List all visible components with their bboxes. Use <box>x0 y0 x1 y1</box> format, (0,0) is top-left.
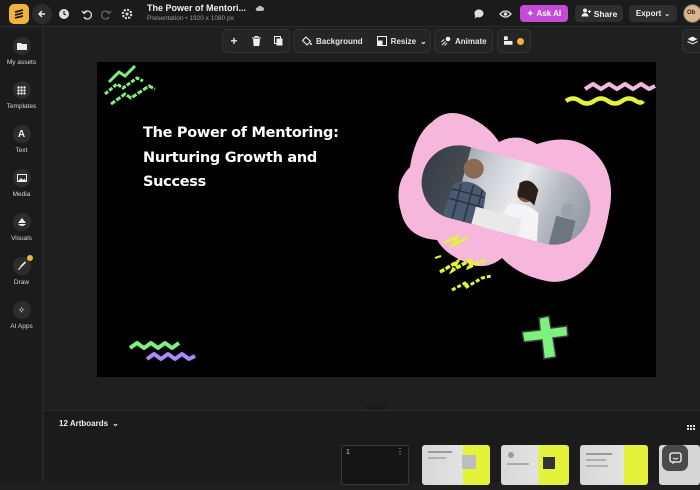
resize-button[interactable]: Resize ⌄ <box>371 30 433 52</box>
zigzag-lines-bottom-left <box>128 341 196 361</box>
chevron-down-icon: ⌄ <box>112 419 119 428</box>
chevron-down-icon: ⌄ <box>664 10 671 18</box>
brush-icon <box>12 255 33 275</box>
slide-title-line: Nurturing Growth and <box>143 149 317 166</box>
ask-ai-button[interactable]: ✦ Ask AI <box>520 5 568 22</box>
sidebar-item-draw[interactable]: Draw <box>0 255 43 286</box>
animate-toolbar: Animate <box>434 29 493 53</box>
zigzag-lines-top-right <box>564 82 656 106</box>
app-logo-icon[interactable] <box>9 4 29 24</box>
duplicate-button[interactable] <box>267 30 289 52</box>
cloud-saved-icon <box>255 4 264 14</box>
trash-icon <box>251 36 261 46</box>
sidebar-item-ai-apps[interactable]: ✧ AI Apps <box>0 301 43 330</box>
slide-title[interactable]: The Power of Mentoring: Nurturing Growth… <box>143 121 363 195</box>
more-tools-toolbar <box>497 29 531 53</box>
green-scribble-decoration <box>104 64 156 106</box>
chevron-down-icon: ⌄ <box>420 36 427 46</box>
thumbnail-preview <box>507 452 555 469</box>
undo-icon[interactable] <box>76 4 96 24</box>
chat-support-button[interactable] <box>662 445 688 471</box>
back-arrow-icon[interactable] <box>32 4 52 24</box>
layers-button[interactable] <box>683 30 700 52</box>
add-user-icon <box>581 8 591 19</box>
comment-icon[interactable] <box>469 4 489 24</box>
slide-title-line: The Power of Mentoring: <box>143 125 339 141</box>
settings-gear-icon[interactable] <box>117 4 137 24</box>
artboard-thumbnail[interactable] <box>501 445 569 485</box>
artboard-thumbnail[interactable] <box>422 445 490 485</box>
sidebar-item-text[interactable]: A Text <box>0 125 43 154</box>
document-size: Presentation • 1920 x 1080 px <box>147 15 234 22</box>
export-button[interactable]: Export ⌄ <box>629 5 677 22</box>
slide-artboard[interactable]: The Power of Mentoring: Nurturing Growth… <box>97 62 656 377</box>
share-button[interactable]: Share <box>575 5 623 22</box>
sidebar-label: Templates <box>6 103 37 110</box>
more-options-icon[interactable]: ⋮ <box>396 448 404 456</box>
background-button[interactable]: Background <box>294 30 371 52</box>
sidebar-label: Text <box>15 147 28 154</box>
layout-icon <box>504 36 513 45</box>
artboards-panel: 12 Artboards ⌄ 1 ⋮ <box>44 410 700 485</box>
animate-button[interactable]: Animate <box>435 30 493 52</box>
add-button[interactable]: + <box>223 30 245 52</box>
thumbnail-preview <box>428 451 476 469</box>
shapes-icon <box>12 213 31 231</box>
sidebar-label: Media <box>12 191 31 198</box>
grid-view-icon[interactable] <box>687 420 695 438</box>
resize-icon <box>376 36 387 46</box>
user-avatar[interactable]: Ob <box>683 4 700 23</box>
sidebar-item-visuals[interactable]: Visuals <box>0 213 43 242</box>
sidebar-item-my-assets[interactable]: My assets <box>0 37 43 66</box>
sidebar-item-templates[interactable]: Templates <box>0 81 43 110</box>
background-resize-toolbar: Background Resize ⌄ <box>293 29 431 53</box>
layers-toolbar <box>682 29 700 53</box>
artboards-dropdown[interactable]: 12 Artboards ⌄ <box>59 419 119 428</box>
thumbnail-preview <box>586 453 612 467</box>
slide-title-line: Success <box>143 174 206 190</box>
redo-icon[interactable] <box>96 4 116 24</box>
grid-icon <box>12 81 31 99</box>
sidebar-label: AI Apps <box>10 323 33 330</box>
paint-bucket-icon <box>302 36 312 46</box>
plus-icon: + <box>230 34 238 48</box>
sidebar-label: Visuals <box>11 235 32 242</box>
preview-eye-icon[interactable] <box>495 4 515 24</box>
left-sidebar: My assets Templates A Text Media Visuals… <box>0 28 43 482</box>
element-toolbar: + <box>222 29 290 53</box>
copy-icon <box>273 36 282 46</box>
artboard-thumbnail[interactable] <box>580 445 648 485</box>
green-cross-decoration <box>521 315 569 360</box>
layers-icon <box>686 36 698 45</box>
image-icon <box>12 169 31 187</box>
folder-icon <box>12 37 31 55</box>
premium-badge-icon <box>517 37 524 45</box>
sparkle-icon: ✧ <box>12 301 31 319</box>
page-number: 1 <box>346 449 350 456</box>
animate-icon <box>441 36 451 46</box>
layout-tools-button[interactable] <box>498 30 530 52</box>
sidebar-label: My assets <box>6 59 37 66</box>
new-badge-dot <box>26 255 33 261</box>
chat-bubble-icon <box>668 451 682 464</box>
sparkle-icon: ✦ <box>526 9 534 18</box>
document-title[interactable]: The Power of Mentori... <box>147 3 264 14</box>
delete-button[interactable] <box>245 30 267 52</box>
text-icon: A <box>12 125 31 143</box>
artboard-thumbnail-current[interactable]: 1 ⋮ <box>341 445 409 485</box>
top-bar: The Power of Mentori... Presentation • 1… <box>0 0 700 27</box>
history-icon[interactable] <box>54 4 74 24</box>
sidebar-item-media[interactable]: Media <box>0 169 43 198</box>
sidebar-label: Draw <box>13 279 30 286</box>
avatar-initials: Ob <box>687 10 696 16</box>
